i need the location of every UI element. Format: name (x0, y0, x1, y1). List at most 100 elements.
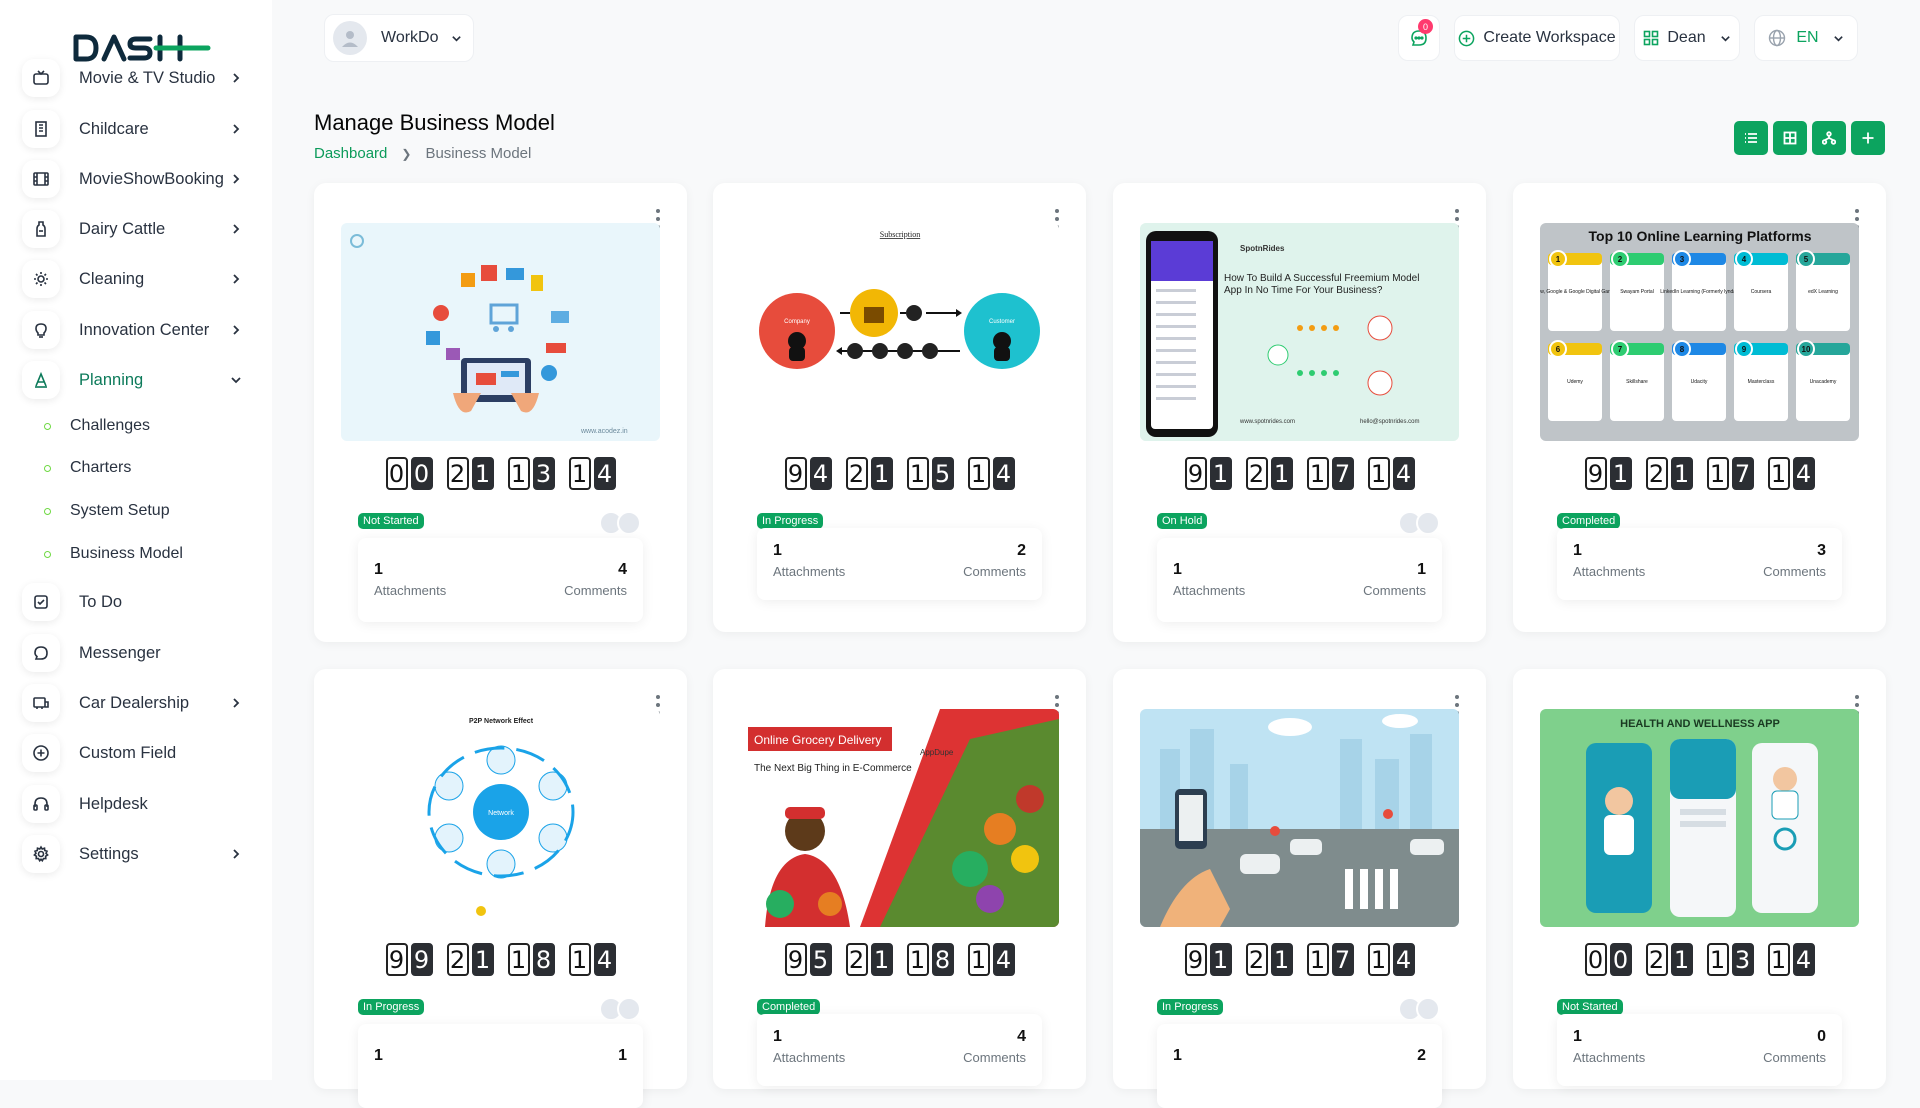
countdown-group: 21 (845, 943, 893, 976)
plus-circle-icon (22, 734, 60, 772)
sidebar-subitem-charters[interactable]: Charters (44, 452, 131, 484)
countdown-group: 14 (1767, 943, 1815, 976)
sidebar-item-label: Settings (79, 844, 139, 863)
svg-text:edX Learning: edX Learning (1808, 289, 1838, 295)
attachments-count: 1 (374, 561, 383, 578)
svg-text:HEALTH AND WELLNESS APP: HEALTH AND WELLNESS APP (1620, 718, 1780, 730)
svg-text:4: 4 (1742, 255, 1747, 264)
business-model-thumbnail[interactable]: Subscription Company Customer (740, 223, 1059, 441)
user-menu[interactable]: Dean (1634, 15, 1740, 61)
sidebar-item-dairy-cattle[interactable]: Dairy Cattle (22, 205, 262, 253)
business-model-thumbnail[interactable]: Top 10 Online Learning Platforms 1 Grow,… (1540, 223, 1859, 441)
sidebar: Movie & TV Studio Childcare MovieShowBoo… (0, 0, 272, 1080)
assignee-avatars[interactable] (599, 511, 641, 535)
countdown-digit: 7 (1331, 457, 1354, 490)
sidebar-subitem-challenges[interactable]: Challenges (44, 410, 150, 442)
countdown-digit: 1 (906, 943, 929, 976)
list-view-button[interactable] (1734, 121, 1768, 155)
countdown-digit: 4 (992, 457, 1015, 490)
business-model-thumbnail[interactable]: SpotnRides How To Build A Successful Fre… (1140, 223, 1459, 441)
sidebar-item-cleaning[interactable]: Cleaning (22, 255, 262, 303)
grid-view-button[interactable] (1773, 121, 1807, 155)
building-icon (22, 110, 60, 148)
countdown-digit: 9 (784, 457, 807, 490)
sidebar-item-movie-tv-studio[interactable]: Movie & TV Studio (22, 54, 262, 102)
countdown-digit: 1 (507, 457, 530, 490)
language-switcher[interactable]: EN (1754, 15, 1858, 61)
countdown-digit: 5 (809, 943, 832, 976)
business-model-card[interactable]: www.acodez.in 00211314 Not Started 1 Atta… (314, 183, 687, 642)
business-model-card[interactable]: HEALTH AND WELLNESS APP 00211314 Not Sta… (1513, 669, 1886, 1089)
business-model-thumbnail[interactable]: HEALTH AND WELLNESS APP (1540, 709, 1859, 927)
svg-text:Top 10 Online Learning Platfor: Top 10 Online Learning Platforms (1589, 228, 1812, 244)
countdown-digit: 4 (1792, 943, 1815, 976)
card-stats: 1 Attachments 0 Comments (1557, 1014, 1842, 1086)
breadcrumb-dashboard[interactable]: Dashboard (314, 145, 387, 162)
attachments-label: Attachments (374, 583, 447, 598)
countdown-digit: 0 (385, 457, 408, 490)
assignee-avatars[interactable] (1398, 997, 1440, 1021)
countdown: 00211314 (1513, 943, 1886, 976)
sidebar-item-innovation-center[interactable]: Innovation Center (22, 306, 262, 354)
sidebar-item-to-do[interactable]: To Do (22, 578, 262, 626)
card-stats: 1 Attachments 4 Comments (358, 538, 643, 622)
sidebar-subitem-system-setup[interactable]: System Setup (44, 495, 170, 527)
grid-icon (1644, 30, 1659, 46)
sidebar-item-custom-field[interactable]: Custom Field (22, 729, 262, 777)
chevron-right-icon (233, 73, 240, 83)
workspace-switcher[interactable]: WorkDo (324, 14, 474, 62)
countdown-digit: 7 (1731, 457, 1754, 490)
svg-text:5: 5 (1804, 255, 1809, 264)
business-model-thumbnail[interactable] (1140, 709, 1459, 927)
avatar (617, 511, 641, 535)
workspace-name: WorkDo (381, 29, 439, 46)
view-actions (1734, 121, 1885, 155)
add-button[interactable] (1851, 121, 1885, 155)
countdown-digit: 1 (1670, 943, 1693, 976)
card-stats: 1 Attachments 2 Comments (757, 528, 1042, 600)
business-model-card[interactable]: Subscription Company Customer 94211514 I… (713, 183, 1086, 632)
status-badge: Not Started (358, 513, 424, 529)
page-title: Manage Business Model (314, 110, 555, 135)
sidebar-item-label: Messenger (79, 643, 161, 662)
sidebar-subitem-business-model[interactable]: Business Model (44, 538, 183, 570)
assignee-avatars[interactable] (1398, 511, 1440, 535)
messages-button[interactable]: 0 (1398, 15, 1440, 61)
attachments-label: Attachments (1573, 564, 1646, 579)
tree-view-button[interactable] (1812, 121, 1846, 155)
create-workspace-button[interactable]: Create Workspace (1454, 15, 1620, 61)
sidebar-item-childcare[interactable]: Childcare (22, 105, 262, 153)
comments-label: Comments (1763, 564, 1826, 579)
countdown: 91211714 (1513, 457, 1886, 490)
bullet-icon (44, 422, 51, 430)
svg-text:www.spotnrides.com: www.spotnrides.com (1239, 419, 1295, 425)
countdown-digit: 1 (568, 457, 591, 490)
sidebar-item-messenger[interactable]: Messenger (22, 629, 262, 677)
sidebar-item-helpdesk[interactable]: Helpdesk (22, 780, 262, 828)
business-model-card[interactable]: Online Grocery Delivery The Next Big Thi… (713, 669, 1086, 1089)
sidebar-item-settings[interactable]: Settings (22, 830, 262, 878)
countdown-digit: 9 (385, 943, 408, 976)
business-model-thumbnail[interactable]: Online Grocery Delivery The Next Big Thi… (740, 709, 1059, 927)
countdown-digit: 1 (1609, 457, 1632, 490)
countdown-group: 13 (507, 457, 555, 490)
business-model-thumbnail[interactable]: P2P Network Effect Network (341, 709, 660, 927)
sidebar-item-planning[interactable]: Planning (22, 356, 262, 404)
business-model-thumbnail[interactable]: www.acodez.in (341, 223, 660, 441)
countdown-group: 91 (1584, 457, 1632, 490)
business-model-card[interactable]: 91211714 In Progress 1 2 (1113, 669, 1486, 1108)
sidebar-item-movieshowbooking[interactable]: MovieShowBooking (22, 155, 262, 203)
countdown-group: 00 (385, 457, 433, 490)
user-name: Dean (1667, 29, 1706, 46)
business-model-card[interactable]: P2P Network Effect Network 99211814 In P… (314, 669, 687, 1108)
sidebar-item-car-dealership[interactable]: Car Dealership (22, 679, 262, 727)
svg-text:LinkedIn Learning (Formerly ly: LinkedIn Learning (Formerly lynda) (1660, 289, 1738, 295)
assignee-avatars[interactable] (599, 997, 641, 1021)
status-badge: Not Started (1557, 999, 1623, 1015)
car-icon (22, 684, 60, 722)
business-model-card[interactable]: Top 10 Online Learning Platforms 1 Grow,… (1513, 183, 1886, 632)
countdown-digit: 1 (967, 943, 990, 976)
svg-text:Customer: Customer (989, 319, 1015, 325)
countdown-group: 14 (1767, 457, 1815, 490)
business-model-card[interactable]: SpotnRides How To Build A Successful Fre… (1113, 183, 1486, 642)
